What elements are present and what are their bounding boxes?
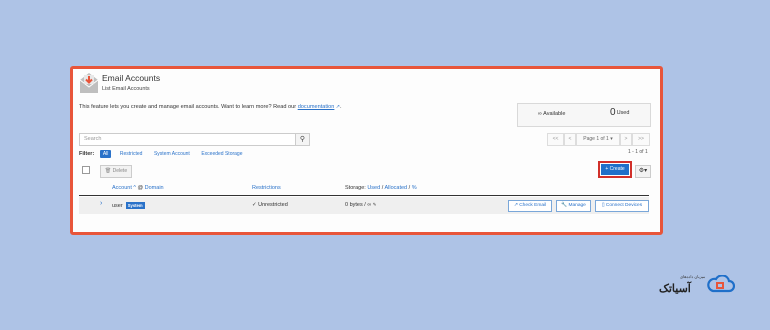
account-cell: user System [112, 202, 145, 209]
email-accounts-panel: Email Accounts List Email Accounts This … [70, 66, 663, 235]
available-stat: ∞ Available [538, 111, 565, 117]
system-badge: System [125, 202, 145, 209]
storage-value: 0 bytes / ∞ [345, 202, 372, 208]
search-input[interactable]: Search [79, 133, 299, 146]
wrench-icon: 🔧 [561, 203, 568, 208]
storage-used-column[interactable]: Used [367, 185, 380, 191]
page-select[interactable]: Page 1 of 1 ▾ [576, 133, 620, 146]
gear-icon: ⚙▾ [638, 168, 648, 174]
intro-description: This feature lets you create and manage … [79, 104, 298, 110]
filter-exceeded-storage[interactable]: Exceeded Storage [198, 150, 245, 158]
device-icon: ▯ [601, 203, 605, 208]
next-page-button[interactable]: > [620, 133, 632, 146]
filter-restricted[interactable]: Restricted [117, 150, 146, 158]
checkmark-icon: ✓ [252, 202, 257, 208]
filter-system-account[interactable]: System Account [151, 150, 193, 158]
intro-text: This feature lets you create and manage … [79, 104, 342, 110]
search-icon: ⚲ [299, 136, 306, 143]
first-page-button[interactable]: << [547, 133, 564, 146]
filter-label: Filter: [79, 151, 95, 157]
results-count: 1 - 1 of 1 [628, 149, 648, 155]
restrictions-cell: ✓ Unrestricted [252, 202, 288, 208]
available-label: Available [543, 111, 566, 117]
check-email-label: Check Email [519, 203, 547, 208]
select-all-checkbox[interactable] [82, 166, 90, 174]
edit-pencil-icon[interactable]: ✎ [373, 202, 377, 207]
manage-label: Manage [568, 203, 586, 208]
last-page-button[interactable]: >> [632, 133, 650, 146]
page-subtitle: List Email Accounts [102, 86, 150, 92]
intro-suffix: . [339, 104, 342, 110]
used-stat: 0Used [610, 107, 629, 118]
documentation-link[interactable]: documentation [298, 104, 335, 110]
delete-button[interactable]: 🗑 Delete [100, 165, 132, 178]
email-account-icon [79, 73, 99, 93]
used-count: 0 [610, 107, 616, 118]
storage-header: Storage: Used / Allocated / % [345, 185, 417, 191]
table-row: › user System ✓ Unrestricted 0 bytes / ∞ … [79, 197, 649, 214]
connect-devices-label: Connect Devices [605, 203, 643, 208]
storage-label: Storage: [345, 185, 366, 191]
restrictions-value: Unrestricted [258, 202, 288, 208]
storage-separator: / [381, 185, 384, 191]
used-label: Used [616, 110, 630, 116]
plus-icon: + [605, 166, 609, 172]
prev-page-button[interactable]: < [564, 133, 576, 146]
create-button[interactable]: + Create [598, 161, 632, 178]
delete-label: Delete [112, 168, 128, 174]
sort-asc-icon: ^ [133, 185, 136, 191]
storage-cell: 0 bytes / ∞ ✎ [345, 202, 377, 208]
infinity-icon: ∞ [538, 111, 542, 117]
settings-dropdown-button[interactable]: ⚙▾ [635, 165, 651, 178]
manage-button[interactable]: 🔧 Manage [556, 200, 591, 212]
brand-name: آسیاتک [659, 283, 691, 295]
search-button[interactable]: ⚲ [295, 133, 310, 146]
restrictions-column[interactable]: Restrictions [252, 185, 281, 191]
storage-separator: / [408, 185, 411, 191]
expand-row-chevron-icon[interactable]: › [100, 200, 102, 207]
account-column[interactable]: Account [112, 185, 132, 191]
storage-percent-column[interactable]: % [412, 185, 417, 191]
brand-tagline: میزبان داده‌های [680, 274, 706, 279]
account-stats: ∞ Available 0Used [517, 103, 651, 127]
external-link-icon: ↗ [513, 203, 518, 208]
filter-all[interactable]: All [99, 150, 112, 158]
page-title: Email Accounts [102, 73, 161, 83]
account-name: user [112, 203, 123, 209]
filter-bar: Filter: All Restricted System Account Ex… [79, 150, 249, 158]
domain-column[interactable]: Domain [145, 185, 164, 191]
account-domain-header[interactable]: Account ^ @ Domain [112, 185, 164, 191]
at-icon: @ [137, 185, 144, 191]
create-label: Create [609, 166, 625, 172]
storage-allocated-column[interactable]: Allocated [384, 185, 407, 191]
table-header: Account ^ @ Domain Restrictions Storage:… [79, 182, 649, 196]
check-email-button[interactable]: ↗ Check Email [508, 200, 552, 212]
connect-devices-button[interactable]: ▯ Connect Devices [595, 200, 649, 212]
cloud-logo-icon [707, 275, 735, 293]
trash-icon: 🗑 [104, 168, 112, 174]
